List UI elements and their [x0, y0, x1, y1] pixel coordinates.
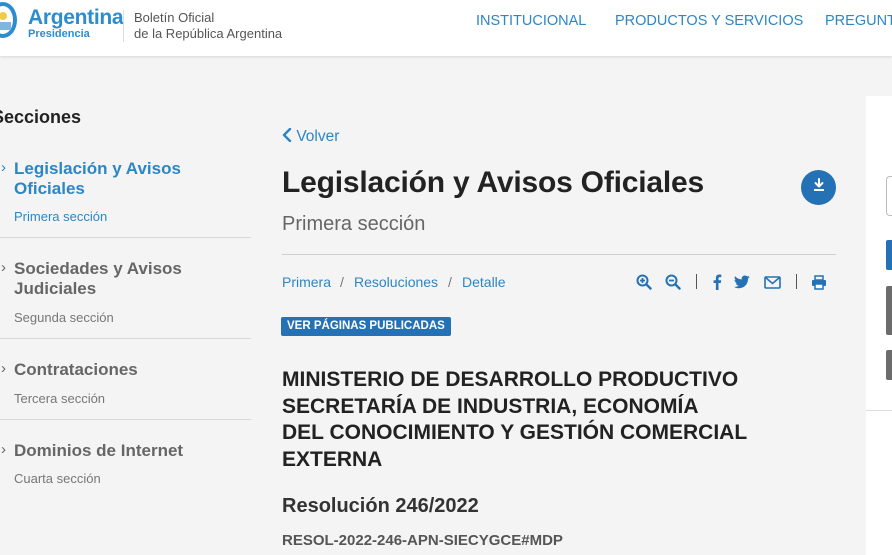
breadcrumb-detalle: Detalle [462, 274, 506, 290]
header-divider [123, 10, 124, 42]
sidebar-divider [0, 338, 251, 339]
chevron-right-icon: › [1, 441, 6, 458]
brand-name[interactable]: Argentina [28, 6, 124, 30]
organization-line: DEL CONOCIMIENTO Y GESTIÓN COMERCIAL [282, 421, 748, 444]
ver-paginas-button[interactable]: VER PÁGINAS PUBLICADAS [281, 317, 451, 336]
print-icon[interactable] [810, 273, 828, 291]
back-label: Volver [296, 128, 340, 145]
page-subtitle: Primera sección [282, 213, 426, 235]
breadcrumb-separator: / [340, 274, 344, 290]
sidebar-divider [0, 237, 251, 238]
nav-preguntas[interactable]: PREGUNT [825, 13, 892, 29]
resolution-code: RESOL-2022-246-APN-SIECYGCE#MDP [282, 532, 563, 549]
boletin-subtitle[interactable]: de la República Argentina [134, 26, 282, 41]
site-header: Argentina Presidencia Boletín Oficial de… [0, 0, 892, 56]
sidebar-title: Secciones [0, 107, 82, 127]
organization-line: SECRETARÍA DE INDUSTRIA, ECONOMÍA [282, 395, 699, 418]
panel-button[interactable] [886, 240, 892, 270]
sidebar-item-sub[interactable]: Segunda sección [14, 310, 114, 325]
sidebar-divider [0, 419, 251, 420]
chevron-right-icon: › [1, 360, 6, 377]
resolution-title: Resolución 246/2022 [282, 495, 479, 517]
chevron-left-icon [282, 127, 292, 146]
title-divider [282, 254, 836, 255]
nav-productos-servicios[interactable]: PRODUCTOS Y SERVICIOS [615, 13, 803, 29]
zoom-in-icon[interactable] [635, 273, 653, 291]
panel-divider [866, 410, 892, 411]
zoom-out-icon[interactable] [664, 273, 682, 291]
sidebar-item-sub[interactable]: Cuarta sección [14, 471, 101, 486]
sidebar-item-label[interactable]: Contrataciones [14, 360, 244, 380]
search-input[interactable] [886, 176, 892, 216]
breadcrumb-resoluciones[interactable]: Resoluciones [354, 274, 438, 290]
boletin-title[interactable]: Boletín Oficial [134, 10, 214, 25]
email-icon[interactable] [763, 273, 781, 291]
sidebar-item-sub[interactable]: Tercera sección [14, 391, 105, 406]
facebook-icon[interactable] [708, 273, 726, 291]
tool-separator [696, 274, 697, 289]
organization-line: EXTERNA [282, 448, 383, 471]
sidebar-item-sub[interactable]: Primera sección [14, 209, 107, 224]
download-icon [812, 178, 826, 197]
sidebar-item-label[interactable]: Dominios de Internet [14, 441, 244, 461]
organization-line: MINISTERIO DE DESARROLLO PRODUCTIVO [282, 368, 739, 391]
back-link[interactable]: Volver [282, 127, 340, 146]
panel-button[interactable] [886, 350, 892, 380]
chevron-right-icon: › [1, 159, 6, 176]
right-panel [866, 96, 892, 555]
panel-button[interactable] [886, 286, 892, 335]
nav-institucional[interactable]: INSTITUCIONAL [476, 13, 586, 29]
download-button[interactable] [801, 170, 836, 205]
sidebar-item-label[interactable]: Legislación y Avisos Oficiales [14, 159, 244, 199]
sidebar-item-label[interactable]: Sociedades y Avisos Judiciales [14, 259, 244, 299]
chevron-right-icon: › [1, 259, 6, 276]
argentina-emblem-icon[interactable] [0, 0, 20, 44]
twitter-icon[interactable] [733, 273, 751, 291]
breadcrumb-primera[interactable]: Primera [282, 274, 331, 290]
brand-subtitle[interactable]: Presidencia [28, 28, 90, 40]
breadcrumb-separator: / [448, 274, 452, 290]
tool-separator [796, 274, 797, 289]
page-title: Legislación y Avisos Oficiales [282, 166, 704, 199]
